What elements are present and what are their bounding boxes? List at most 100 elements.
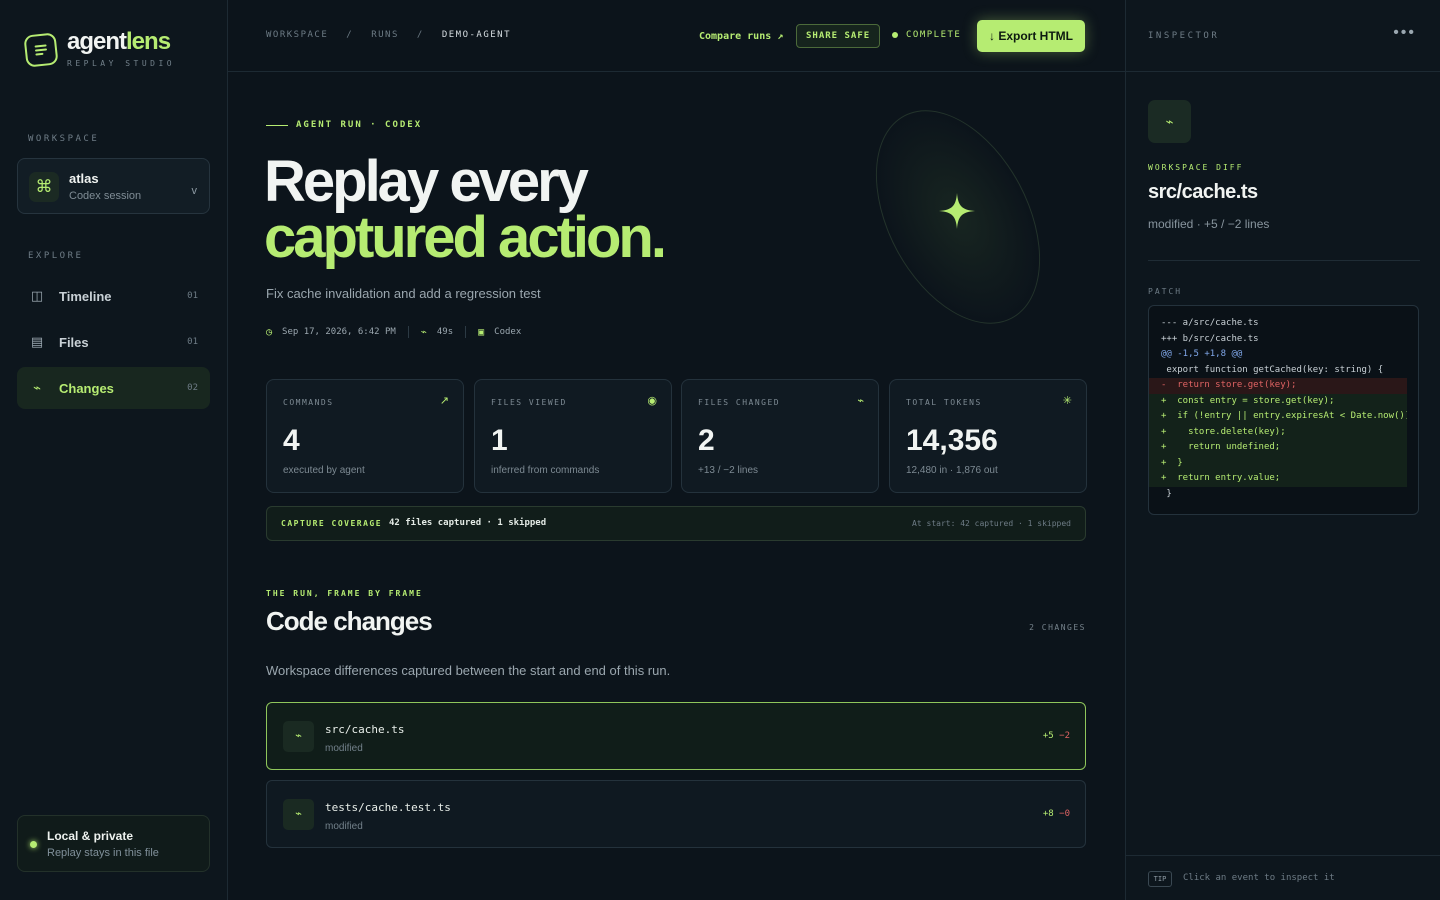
command-icon: ⌘ [29,172,59,202]
privacy-subtitle: Replay stays in this file [47,847,159,859]
inspector-meta: modified · +5 / −2 lines [1148,217,1270,231]
export-html-button[interactable]: ↓ Export HTML [977,20,1085,52]
sidebar-item-label: Changes [59,380,114,396]
eye-icon: ◉ [647,395,657,407]
diff-icon: ⌁ [1148,100,1191,143]
sidebar-item-count: 01 [187,337,198,347]
stat-value: 2 [698,424,715,457]
status-label: COMPLETE [906,30,962,40]
lines-removed: −0 [1059,809,1070,819]
patch-viewer[interactable]: --- a/src/cache.ts +++ b/src/cache.ts @@… [1148,305,1419,515]
change-status: modified [325,743,363,754]
patch-line: export function getCached(key: string) { [1161,364,1384,375]
breadcrumb-runs[interactable]: RUNS [371,30,399,40]
columns-icon: ◫ [30,288,44,303]
section-eyebrow: THE RUN, FRAME BY FRAME [266,589,423,598]
change-status: modified [325,821,363,832]
sidebar-item-label: Timeline [59,288,112,304]
logo-icon [23,32,59,68]
share-safe-button[interactable]: SHARE SAFE [796,24,881,48]
stats-grid: COMMANDS ↗ 4 executed by agent FILES VIE… [266,379,1087,493]
arrow-up-right-icon: ↗ [439,395,449,407]
breadcrumb-separator: / [416,30,424,40]
inspector-eyebrow: WORKSPACE DIFF [1148,163,1244,172]
brand-name: agentlens [67,28,171,55]
sidebar-item-changes[interactable]: ⌁ Changes 02 [17,367,210,409]
change-item[interactable]: ⌁ src/cache.ts modified +5 −2 [266,702,1086,770]
sidebar-item-timeline[interactable]: ◫ Timeline 01 [17,275,210,317]
inspector-footer: TIP Click an event to inspect it [1126,855,1440,900]
page-title: Replay every captured action. [264,153,667,267]
file-list-icon: ▤ [30,334,44,349]
stat-value: 1 [491,424,508,457]
explore-section-label: EXPLORE [28,251,84,261]
patch-label: PATCH [1148,287,1183,296]
sidebar-item-count: 01 [187,291,198,301]
breadcrumb: WORKSPACE / RUNS / DEMO-AGENT [266,30,529,40]
coverage-at-start: At start: 42 captured · 1 skipped [912,519,1071,528]
stat-label: TOTAL TOKENS [906,398,982,407]
stat-label: FILES CHANGED [698,398,781,407]
clock-icon: ◷ [266,326,273,338]
patch-line: @@ -1,5 +1,8 @@ [1161,349,1243,359]
tip-badge: TIP [1148,871,1172,887]
run-description: Fix cache invalidation and add a regress… [266,286,541,301]
changes-count: 2 CHANGES [1029,623,1086,632]
patch-line: + const entry = store.get(key); [1149,393,1407,409]
stat-card-total-tokens[interactable]: TOTAL TOKENS ✳ 14,356 12,480 in · 1,876 … [889,379,1087,493]
main-content: AGENT RUN · CODEX Replay every captured … [228,72,1125,900]
lines-removed: −2 [1059,731,1070,741]
inspector-title: INSPECTOR [1148,31,1220,41]
section-title: Code changes [266,606,433,636]
hero-eyebrow: AGENT RUN · CODEX [266,120,422,130]
stat-value: 4 [283,424,300,457]
patch-line: - return store.get(key); [1149,378,1407,394]
patch-line: + store.delete(key); [1149,424,1407,440]
sidebar-item-files[interactable]: ▤ Files 01 [17,321,210,363]
change-path: tests/cache.test.ts [325,801,451,814]
stat-value: 14,356 [906,424,998,457]
breadcrumb-workspace[interactable]: WORKSPACE [266,30,328,40]
sidebar-item-label: Files [59,334,89,350]
chevron-down-icon: v [191,185,198,197]
stat-card-commands[interactable]: COMMANDS ↗ 4 executed by agent [266,379,464,493]
stat-card-files-viewed[interactable]: FILES VIEWED ◉ 1 inferred from commands [474,379,672,493]
inspector-file: src/cache.ts [1148,181,1258,203]
capture-coverage-bar: CAPTURE COVERAGE 42 files captured · 1 s… [266,506,1086,541]
divider [1148,260,1420,261]
brand[interactable]: agentlens REPLAY STUDIO [23,28,176,68]
breadcrumb-separator: / [346,30,354,40]
more-icon[interactable]: ••• [1393,24,1416,42]
run-duration: 49s [436,327,454,337]
run-agent: Codex [494,327,522,337]
stat-card-files-changed[interactable]: FILES CHANGED ⌁ 2 +13 / −2 lines [681,379,879,493]
patch-line: + return entry.value; [1149,471,1407,487]
diff-icon: ⌁ [283,721,314,752]
workspace-switcher[interactable]: ⌘ atlas Codex session v [17,158,210,214]
change-path: src/cache.ts [325,723,405,736]
duration-icon: ⌁ [420,326,427,338]
inspector-header: INSPECTOR ••• [1126,0,1440,72]
section-description: Workspace differences captured between t… [266,663,671,678]
divider [407,326,409,338]
workspace-section-label: WORKSPACE [28,134,100,144]
sparkle-icon [939,193,975,229]
patch-line: + return undefined; [1149,440,1407,456]
brand-subtitle: REPLAY STUDIO [67,59,176,68]
coverage-label: CAPTURE COVERAGE [281,519,383,528]
stat-subtitle: +13 / −2 lines [698,465,759,476]
change-item[interactable]: ⌁ tests/cache.test.ts modified +8 −0 [266,780,1086,848]
lines-added: +8 [1042,809,1054,819]
compare-runs-link[interactable]: Compare runs ↗ [699,31,783,42]
run-meta: ◷ Sep 17, 2026, 6:42 PM ⌁ 49s ▣ Codex [266,326,521,338]
status-dot [30,841,37,848]
privacy-card: Local & private Replay stays in this fil… [17,815,210,872]
patch-line: + if (!entry || entry.expiresAt < Date.n… [1149,409,1407,425]
stat-subtitle: executed by agent [283,465,365,476]
sparkle-icon: ✳ [1062,395,1072,407]
workspace-subtitle: Codex session [69,190,142,202]
stat-subtitle: 12,480 in · 1,876 out [906,465,998,476]
sidebar-item-count: 02 [187,383,198,393]
stat-subtitle: inferred from commands [491,465,600,476]
stat-label: COMMANDS [283,398,334,407]
